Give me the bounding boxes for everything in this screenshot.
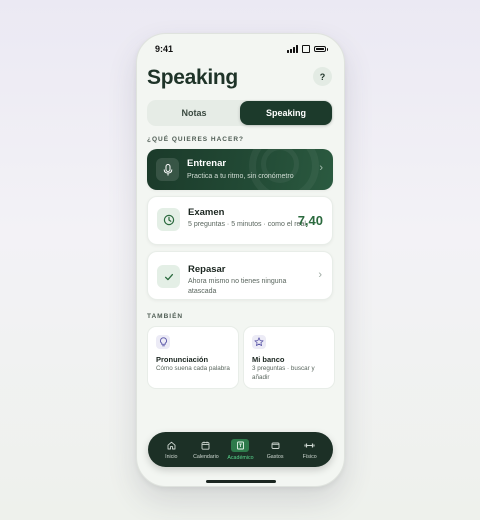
nav-item-calendario[interactable]: Calendario — [189, 439, 223, 460]
exam-card[interactable]: Examen 5 preguntas · 5 minutos · como el… — [147, 196, 333, 245]
page-title: Speaking — [147, 66, 238, 89]
bottom-nav: Inicio Calendario Académico Gastos Físic… — [148, 432, 333, 467]
section-label-secondary: TAMBIÉN — [147, 313, 184, 320]
tab-speaking[interactable]: Speaking — [240, 101, 332, 125]
nav-label-inicio: Inicio — [165, 454, 178, 460]
review-subtitle: Ahora mismo no tienes ninguna atascada — [188, 278, 287, 295]
chevron-right-icon: › — [318, 269, 322, 281]
nav-label-gastos: Gastos — [266, 454, 284, 460]
segmented-control: Notas Speaking — [147, 100, 333, 126]
nav-item-inicio[interactable]: Inicio — [154, 439, 188, 460]
tab-notas[interactable]: Notas — [148, 101, 240, 125]
lightbulb-icon — [156, 335, 170, 349]
pronunciation-subtitle: Cómo suena cada palabra — [156, 365, 230, 372]
nav-label-calendario: Calendario — [193, 454, 219, 460]
bank-card[interactable]: Mi banco 3 preguntas · buscar y añadir — [243, 326, 335, 389]
help-button[interactable]: ? — [313, 67, 332, 86]
wifi-icon — [302, 45, 310, 53]
pronunciation-card[interactable]: Pronunciación Cómo suena cada palabra — [147, 326, 239, 389]
home-indicator — [206, 480, 276, 483]
wallet-icon — [267, 439, 283, 451]
dumbbell-icon — [302, 439, 318, 451]
nav-item-gastos[interactable]: Gastos — [258, 439, 292, 460]
review-card[interactable]: Repasar Ahora mismo no tienes ninguna at… — [147, 251, 333, 300]
train-card[interactable]: Entrenar Practica a tu ritmo, sin cronóm… — [147, 149, 333, 190]
signal-icon — [287, 45, 298, 53]
phone-frame: 9:41 Speaking ? Notas Speaking ¿QUÉ QUIE… — [136, 33, 345, 487]
status-icons — [287, 45, 328, 53]
train-title: Entrenar — [187, 158, 227, 169]
nav-label-fisico: Físico — [302, 454, 317, 460]
nav-label-academico: Académico — [227, 454, 254, 461]
pronunciation-title: Pronunciación — [156, 355, 209, 364]
bank-subtitle: 3 preguntas · buscar y añadir — [252, 365, 315, 381]
status-time: 9:41 — [155, 44, 174, 54]
section-label-primary: ¿QUÉ QUIERES HACER? — [147, 136, 245, 143]
exam-subtitle: 5 preguntas · 5 minutos · como el real — [188, 221, 306, 228]
chevron-right-icon: › — [319, 162, 323, 174]
star-icon — [252, 335, 266, 349]
nav-item-academico[interactable]: Académico — [223, 438, 257, 461]
nav-item-fisico[interactable]: Físico — [293, 439, 327, 460]
battery-icon — [314, 46, 328, 52]
home-icon — [163, 439, 179, 451]
calendar-icon — [198, 439, 214, 451]
status-bar: 9:41 — [155, 42, 328, 56]
review-title: Repasar — [188, 264, 226, 275]
exam-score: 7,40 — [297, 213, 323, 228]
microphone-icon — [156, 158, 179, 181]
check-icon — [157, 265, 180, 288]
bank-title: Mi banco — [252, 355, 285, 364]
clock-icon — [157, 208, 180, 231]
train-subtitle: Practica a tu ritmo, sin cronómetro — [187, 173, 294, 180]
exam-title: Examen — [188, 207, 225, 218]
book-icon — [231, 438, 250, 452]
